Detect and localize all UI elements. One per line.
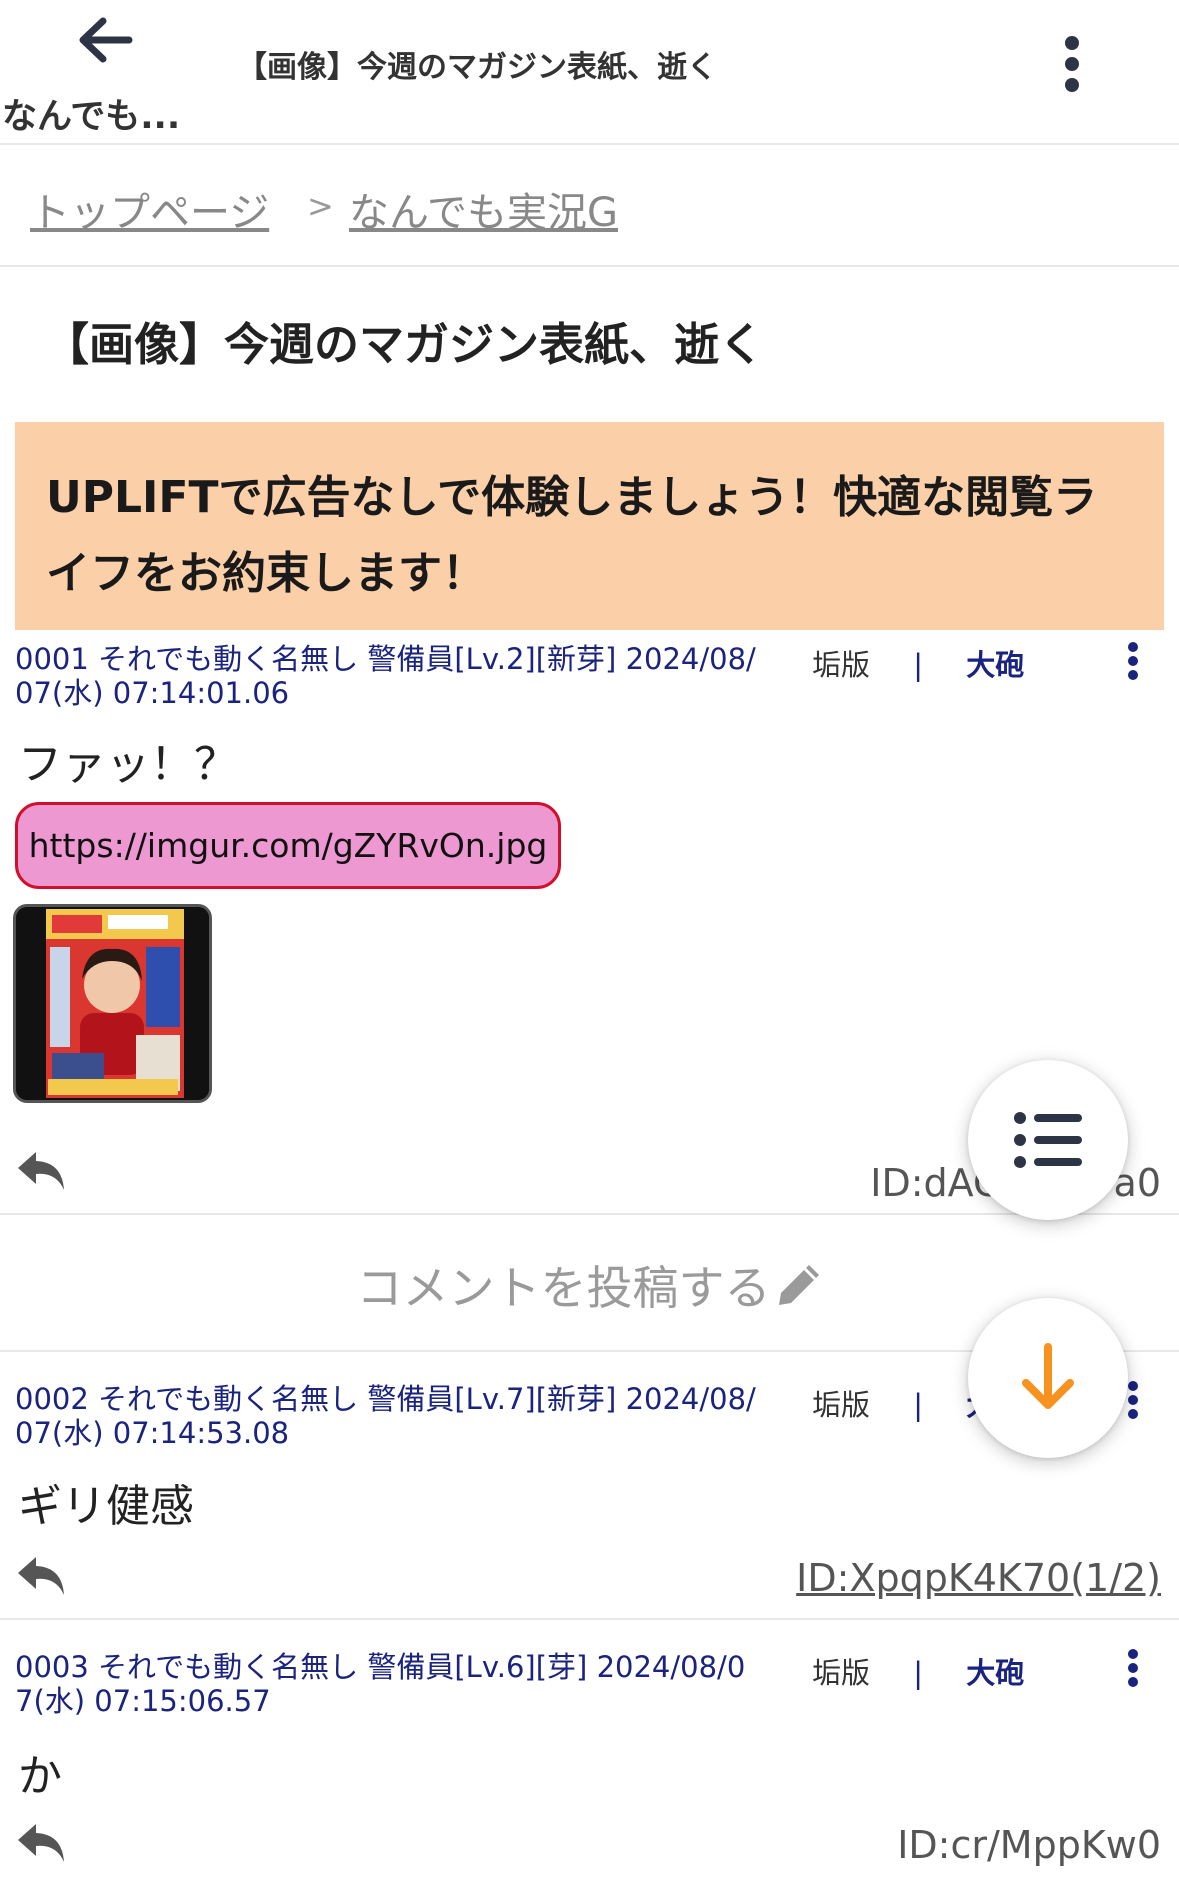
back-label[interactable]: なんでも... [2, 88, 180, 139]
image-thumbnail[interactable] [13, 904, 212, 1103]
post-header-line2: 07(水) 07:14:53.08 [15, 1416, 290, 1450]
back-button[interactable] [60, 0, 150, 80]
post-more-button[interactable] [1113, 633, 1153, 689]
thread-title: 【画像】今週のマガジン表紙、逝く [44, 318, 765, 371]
post-comment-label: コメントを投稿する [356, 1260, 771, 1315]
post-header: 0002 それでも動く名無し 警備員[Lv.7][新芽] 2024/08/ 07… [15, 1382, 895, 1450]
vertical-ellipsis-icon [1065, 36, 1079, 92]
breadcrumb-separator: > [307, 187, 334, 225]
post-body: ギリ健感 [18, 1481, 194, 1532]
breadcrumb-home-link[interactable]: トップページ [30, 180, 269, 238]
post-id-link[interactable]: ID:XpqpK4K70(1/2) [796, 1556, 1161, 1600]
vertical-ellipsis-icon [1128, 1381, 1138, 1419]
post-meta-divider: | [913, 648, 924, 682]
post-kai-label: 垢版 [812, 648, 871, 682]
post-header-line2: 07(水) 07:14:01.06 [15, 676, 290, 710]
post-taiho-link[interactable]: 大砲 [966, 1656, 1024, 1690]
reply-arrow-icon[interactable] [14, 1148, 70, 1194]
breadcrumb: トップページ > なんでも実況G [0, 145, 1179, 267]
magazine-cover-image [16, 907, 209, 1100]
list-icon [1014, 1112, 1082, 1168]
promo-text: UPLIFTで広告なしで体験しましょう！快適な閲覧ライフをお約束します！ [46, 472, 1098, 599]
list-fab-button[interactable] [968, 1060, 1128, 1220]
post-taiho-link[interactable]: 大砲 [966, 648, 1024, 682]
reply-arrow-icon[interactable] [14, 1553, 70, 1599]
more-options-button[interactable] [1050, 32, 1094, 96]
post-body: ファッ！？ [18, 739, 238, 790]
post-kai-label: 垢版 [812, 1656, 871, 1690]
post-id: ID:cr/MppKw0 [897, 1823, 1161, 1867]
app-bar-title: 【画像】今週のマガジン表紙、逝く [237, 50, 717, 85]
image-link[interactable]: https://imgur.com/gZYRvOn.jpg [15, 802, 561, 889]
divider [0, 1618, 1179, 1620]
breadcrumb-board-link[interactable]: なんでも実況G [349, 180, 618, 238]
post-header-line1: 0003 それでも動く名無し 警備員[Lv.6][芽] 2024/08/0 [15, 1650, 746, 1684]
scroll-down-fab-button[interactable] [968, 1298, 1128, 1458]
vertical-ellipsis-icon [1128, 642, 1138, 680]
pencil-icon [778, 1264, 819, 1305]
post-body: か [18, 1751, 62, 1802]
arrow-left-icon [79, 17, 133, 63]
app-bar: なんでも... 【画像】今週のマガジン表紙、逝く [0, 0, 1179, 145]
post-meta: 垢版 | 大砲 [812, 642, 1024, 684]
post-header: 0003 それでも動く名無し 警備員[Lv.6][芽] 2024/08/0 7(… [15, 1650, 895, 1718]
post-header-line1: 0002 それでも動く名無し 警備員[Lv.7][新芽] 2024/08/ [15, 1382, 756, 1416]
post-meta-divider: | [913, 1656, 924, 1690]
post-meta: 垢版 | 大砲 [812, 1650, 1024, 1692]
post-more-button[interactable] [1113, 1640, 1153, 1696]
arrow-down-icon [1022, 1343, 1074, 1409]
promo-banner[interactable]: UPLIFTで広告なしで体験しましょう！快適な閲覧ライフをお約束します！ [15, 422, 1164, 630]
post-kai-label: 垢版 [812, 1388, 871, 1422]
reply-arrow-icon[interactable] [14, 1820, 70, 1866]
post-header-line1: 0001 それでも動く名無し 警備員[Lv.2][新芽] 2024/08/ [15, 642, 756, 676]
post-header-line2: 7(水) 07:15:06.57 [15, 1684, 271, 1718]
vertical-ellipsis-icon [1128, 1649, 1138, 1687]
post-meta-divider: | [913, 1388, 924, 1422]
post-header: 0001 それでも動く名無し 警備員[Lv.2][新芽] 2024/08/ 07… [15, 642, 895, 710]
divider [0, 1213, 1179, 1215]
